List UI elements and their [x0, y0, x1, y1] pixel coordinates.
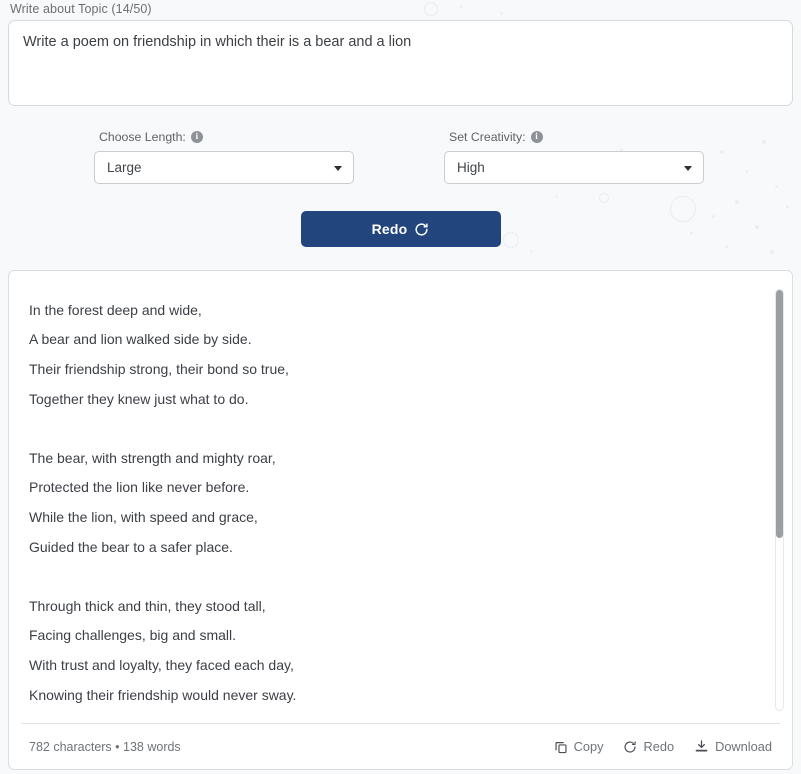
- length-control-group: Choose Length: i Large: [94, 130, 354, 184]
- topic-input[interactable]: Write a poem on friendship in which thei…: [8, 20, 793, 106]
- choose-length-label: Choose Length:: [99, 130, 186, 144]
- chevron-down-icon: [684, 165, 692, 171]
- poem-line: Guided the bear to a safer place.: [29, 538, 233, 555]
- download-button[interactable]: Download: [694, 739, 772, 754]
- creativity-control-group: Set Creativity: i High: [444, 130, 704, 184]
- output-panel: In the forest deep and wide, A bear and …: [8, 270, 793, 770]
- creativity-label-row: Set Creativity: i: [444, 130, 704, 144]
- redo-circular-arrow-icon: [623, 740, 637, 754]
- output-footer: 782 characters • 138 words Copy Redo Dow…: [21, 723, 780, 769]
- set-creativity-select[interactable]: High: [444, 151, 704, 184]
- poem-line: Knowing their friendship would never swa…: [29, 686, 297, 703]
- download-button-label: Download: [715, 739, 772, 754]
- redo-circular-arrow-icon: [414, 222, 429, 237]
- character-word-count: 782 characters • 138 words: [29, 739, 181, 754]
- length-label-row: Choose Length: i: [94, 130, 354, 144]
- poem-line: While the lion, with speed and grace,: [29, 508, 258, 525]
- poem-line-blank: [21, 561, 762, 591]
- poem-line: Protected the lion like never before.: [29, 479, 250, 496]
- poem-line: Through thick and thin, they stood tall,: [29, 597, 266, 614]
- poem-line-blank: [21, 413, 762, 443]
- prompt-section: Write about Topic (14/50) Write a poem o…: [0, 0, 801, 247]
- chevron-down-icon: [334, 165, 342, 171]
- redo-button-label: Redo: [371, 221, 408, 237]
- poem-line: With trust and loyalty, they faced each …: [29, 656, 294, 673]
- vertical-scrollbar[interactable]: [775, 289, 784, 711]
- poem-line: Their friendship strong, their bond so t…: [29, 360, 289, 377]
- redo-button[interactable]: Redo: [300, 211, 501, 247]
- controls-row: Choose Length: i Large Set Creativity: i…: [8, 130, 793, 184]
- download-icon: [694, 739, 709, 754]
- set-creativity-label: Set Creativity:: [449, 130, 526, 144]
- footer-redo-button-label: Redo: [643, 739, 675, 754]
- topic-label: Write about Topic (14/50): [10, 2, 152, 16]
- copy-button[interactable]: Copy: [554, 739, 604, 754]
- copy-button-label: Copy: [573, 739, 604, 754]
- output-actions: Copy Redo Download: [554, 739, 772, 754]
- info-icon[interactable]: i: [530, 131, 543, 143]
- choose-length-select[interactable]: Large: [94, 151, 354, 184]
- output-text-area[interactable]: In the forest deep and wide, A bear and …: [9, 271, 792, 723]
- poem-line: Facing challenges, big and small.: [29, 627, 237, 644]
- poem-line: In the forest deep and wide,: [29, 301, 202, 318]
- footer-redo-button[interactable]: Redo: [623, 739, 674, 754]
- poem-lines: In the forest deep and wide, A bear and …: [21, 295, 762, 709]
- choose-length-value: Large: [107, 160, 142, 175]
- poem-line: Together they knew just what to do.: [29, 390, 249, 407]
- poem-line: The bear, with strength and mighty roar,: [29, 449, 276, 466]
- set-creativity-value: High: [457, 160, 485, 175]
- copy-icon: [554, 740, 568, 754]
- info-icon[interactable]: i: [190, 131, 203, 143]
- poem-line: A bear and lion walked side by side.: [29, 331, 252, 348]
- scrollbar-thumb[interactable]: [776, 290, 783, 538]
- primary-action-row: Redo: [8, 211, 793, 247]
